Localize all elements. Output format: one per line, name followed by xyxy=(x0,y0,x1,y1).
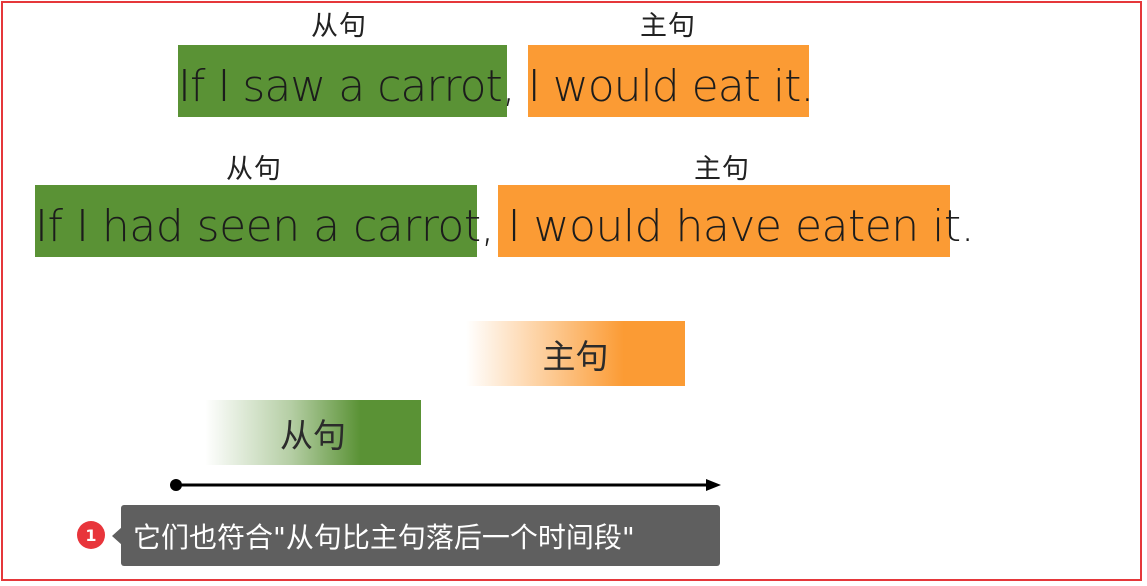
example2-sub-label: 从句 xyxy=(226,154,282,185)
timeline-arrow xyxy=(170,479,721,491)
example1-period: . xyxy=(800,61,814,112)
sub-clause-block-label: 从句 xyxy=(280,415,346,455)
example1-sub-clause: If I saw a carrot xyxy=(178,61,503,112)
example2-main-clause: I would have eaten it xyxy=(494,201,962,252)
example1-main-clause: I would eat it xyxy=(514,61,802,112)
example2-sentence: If I had seen a carrot, I would have eat… xyxy=(35,201,975,252)
annotation-tooltip: 它们也符合"从句比主句落后一个时间段" xyxy=(121,505,720,566)
sub-clause-block: 从句 xyxy=(205,400,421,465)
timeline-arrowhead-icon xyxy=(706,479,721,491)
example2-comma: , xyxy=(480,201,495,252)
annotation-text: 它们也符合"从句比主句落后一个时间段" xyxy=(133,520,635,554)
annotation-badge[interactable]: 1 xyxy=(77,521,105,549)
main-clause-block-label: 主句 xyxy=(542,336,609,376)
example1-main-label: 主句 xyxy=(640,11,696,42)
example2-main-label: 主句 xyxy=(694,154,750,185)
example1-sentence: If I saw a carrot, I would eat it. xyxy=(178,61,814,112)
example2-sub-clause: If I had seen a carrot xyxy=(35,201,481,252)
example2-period: . xyxy=(960,201,975,252)
example1-sub-label: 从句 xyxy=(311,11,367,42)
main-clause-block: 主句 xyxy=(466,321,685,386)
example1-comma: , xyxy=(501,61,516,112)
